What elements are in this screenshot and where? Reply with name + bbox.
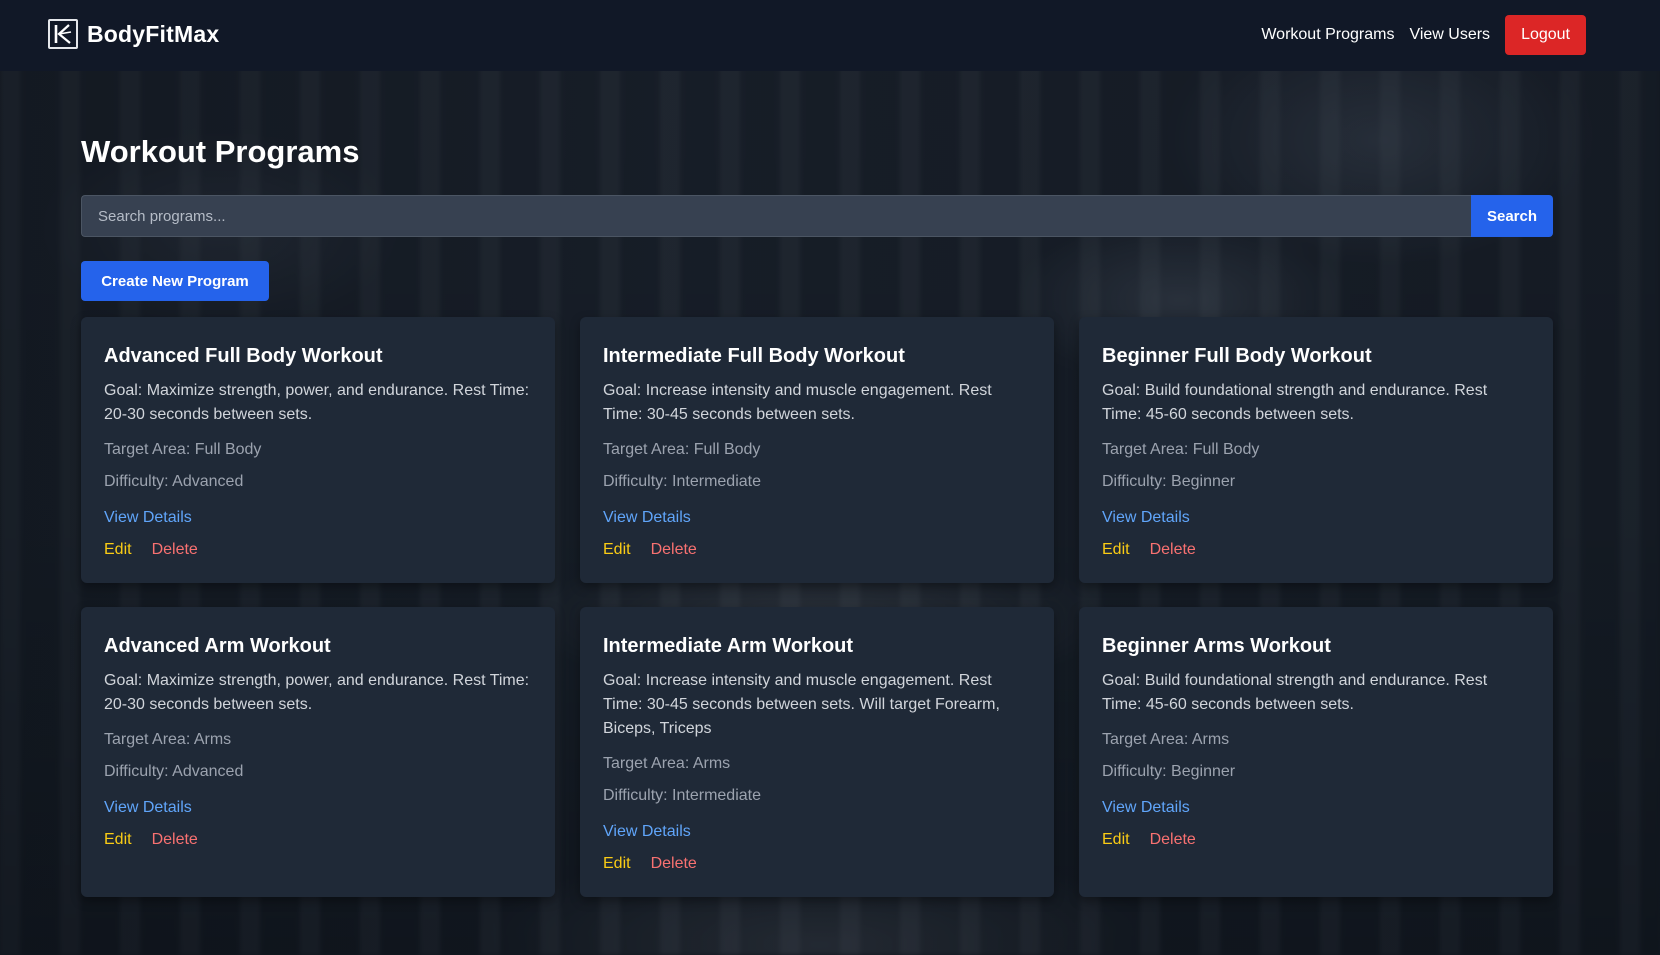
program-card: Advanced Arm Workout Goal: Maximize stre…: [81, 607, 555, 897]
program-card: Intermediate Full Body Workout Goal: Inc…: [580, 317, 1054, 583]
program-goal: Goal: Build foundational strength and en…: [1102, 672, 1488, 713]
nav-link-workout-programs[interactable]: Workout Programs: [1261, 26, 1394, 44]
program-difficulty: Difficulty: Beginner: [1102, 473, 1236, 490]
program-target-area: Target Area: Full Body: [603, 441, 761, 458]
edit-link[interactable]: Edit: [1102, 831, 1130, 849]
program-title: Beginner Arms Workout: [1102, 635, 1331, 657]
program-actions: Edit Delete: [1102, 831, 1530, 849]
program-difficulty: Difficulty: Advanced: [104, 763, 244, 780]
program-actions: Edit Delete: [603, 541, 1031, 559]
edit-link[interactable]: Edit: [104, 541, 132, 559]
brand[interactable]: BodyFitMax: [48, 19, 219, 49]
program-title: Intermediate Full Body Workout: [603, 345, 905, 367]
nav-links: Workout Programs View Users Logout: [1261, 15, 1586, 55]
program-goal: Goal: Increase intensity and muscle enga…: [603, 382, 992, 423]
logout-button[interactable]: Logout: [1505, 15, 1586, 55]
program-title: Beginner Full Body Workout: [1102, 345, 1372, 367]
program-card: Advanced Full Body Workout Goal: Maximiz…: [81, 317, 555, 583]
delete-link[interactable]: Delete: [651, 541, 697, 559]
program-actions: Edit Delete: [104, 541, 532, 559]
search-input[interactable]: [81, 195, 1471, 237]
program-target-area: Target Area: Full Body: [104, 441, 262, 458]
navbar: BodyFitMax Workout Programs View Users L…: [0, 0, 1660, 71]
program-goal: Goal: Maximize strength, power, and endu…: [104, 382, 530, 423]
program-target-area: Target Area: Arms: [1102, 731, 1230, 748]
program-goal: Goal: Build foundational strength and en…: [1102, 382, 1488, 423]
delete-link[interactable]: Delete: [152, 831, 198, 849]
program-target-area: Target Area: Arms: [104, 731, 232, 748]
program-difficulty: Difficulty: Beginner: [1102, 763, 1236, 780]
search-bar: Search: [81, 195, 1553, 237]
edit-link[interactable]: Edit: [603, 541, 631, 559]
brand-logo-icon: [48, 19, 78, 49]
edit-link[interactable]: Edit: [104, 831, 132, 849]
search-button[interactable]: Search: [1471, 195, 1553, 237]
delete-link[interactable]: Delete: [1150, 831, 1196, 849]
view-details-link[interactable]: View Details: [603, 509, 691, 527]
brand-name: BodyFitMax: [87, 20, 220, 47]
view-details-link[interactable]: View Details: [104, 799, 192, 817]
edit-link[interactable]: Edit: [603, 855, 631, 873]
program-difficulty: Difficulty: Intermediate: [603, 787, 761, 804]
page-title: Workout Programs: [81, 134, 360, 169]
program-card: Beginner Full Body Workout Goal: Build f…: [1079, 317, 1553, 583]
program-goal: Goal: Maximize strength, power, and endu…: [104, 672, 530, 713]
program-actions: Edit Delete: [1102, 541, 1530, 559]
program-title: Advanced Arm Workout: [104, 635, 331, 657]
program-target-area: Target Area: Full Body: [1102, 441, 1260, 458]
program-goal: Goal: Increase intensity and muscle enga…: [603, 672, 1000, 737]
view-details-link[interactable]: View Details: [1102, 509, 1190, 527]
program-title: Intermediate Arm Workout: [603, 635, 854, 657]
view-details-link[interactable]: View Details: [603, 823, 691, 841]
delete-link[interactable]: Delete: [651, 855, 697, 873]
view-details-link[interactable]: View Details: [104, 509, 192, 527]
edit-link[interactable]: Edit: [1102, 541, 1130, 559]
program-difficulty: Difficulty: Advanced: [104, 473, 244, 490]
delete-link[interactable]: Delete: [1150, 541, 1196, 559]
program-card: Beginner Arms Workout Goal: Build founda…: [1079, 607, 1553, 897]
view-details-link[interactable]: View Details: [1102, 799, 1190, 817]
create-program-button[interactable]: Create New Program: [81, 261, 269, 301]
program-target-area: Target Area: Arms: [603, 755, 731, 772]
program-grid: Advanced Full Body Workout Goal: Maximiz…: [81, 317, 1553, 897]
program-actions: Edit Delete: [603, 855, 1031, 873]
program-difficulty: Difficulty: Intermediate: [603, 473, 761, 490]
delete-link[interactable]: Delete: [152, 541, 198, 559]
program-actions: Edit Delete: [104, 831, 532, 849]
nav-link-view-users[interactable]: View Users: [1409, 26, 1490, 44]
program-card: Intermediate Arm Workout Goal: Increase …: [580, 607, 1054, 897]
program-title: Advanced Full Body Workout: [104, 345, 383, 367]
